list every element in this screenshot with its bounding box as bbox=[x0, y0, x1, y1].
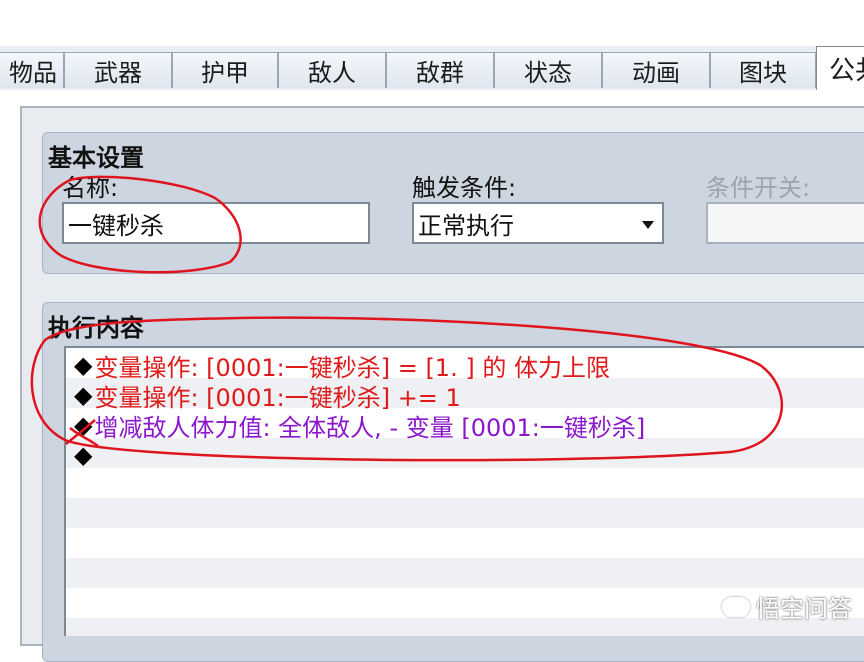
diamond-icon: ◆ bbox=[74, 381, 93, 409]
watermark-text: 悟空问答 bbox=[756, 595, 852, 623]
tab-label: 敌群 bbox=[416, 59, 464, 87]
trigger-select[interactable]: 正常执行 bbox=[412, 202, 664, 244]
tab-label: 动画 bbox=[632, 59, 680, 87]
top-margin bbox=[0, 0, 864, 46]
tab-label: 护甲 bbox=[201, 59, 249, 87]
tab-tilesets[interactable]: 图块 bbox=[710, 52, 816, 88]
name-value: 一键秒杀 bbox=[68, 211, 164, 240]
tab-common-events[interactable]: 公共 bbox=[816, 46, 864, 90]
trigger-value: 正常执行 bbox=[418, 211, 514, 240]
chevron-down-icon bbox=[642, 221, 654, 229]
tab-enemies[interactable]: 敌人 bbox=[278, 52, 386, 88]
list-item[interactable]: ◆ 变量操作: [0001:一键秒杀] += 1 bbox=[74, 380, 461, 412]
list-item[interactable]: ◆ 变量操作: [0001:一键秒杀] = [1. ] 的 体力上限 bbox=[74, 350, 610, 382]
name-label: 名称: bbox=[62, 174, 119, 202]
tab-troops[interactable]: 敌群 bbox=[386, 52, 494, 88]
name-input[interactable]: 一键秒杀 bbox=[62, 202, 370, 244]
tab-label: 公共 bbox=[829, 56, 864, 86]
tab-armors[interactable]: 护甲 bbox=[172, 52, 278, 88]
tab-animations[interactable]: 动画 bbox=[602, 52, 710, 88]
database-tab-bar: 物品 武器 护甲 敌人 敌群 状态 动画 图块 公共 bbox=[0, 46, 864, 90]
trigger-label: 触发条件: bbox=[412, 174, 517, 202]
diamond-icon: ◆ bbox=[74, 441, 93, 469]
tab-states[interactable]: 状态 bbox=[494, 52, 602, 88]
switch-input[interactable] bbox=[706, 202, 864, 244]
tab-weapons[interactable]: 武器 bbox=[64, 52, 172, 88]
diamond-icon: ◆ bbox=[74, 411, 93, 439]
tab-items[interactable]: 物品 bbox=[0, 52, 64, 88]
tab-label: 状态 bbox=[524, 59, 572, 87]
command-text: 增减敌人体力值: 全体敌人, - 变量 [0001:一键秒杀] bbox=[94, 413, 646, 442]
chat-bubble-icon bbox=[722, 596, 750, 617]
execution-content-title: 执行内容 bbox=[48, 314, 144, 342]
switch-label: 条件开关: bbox=[706, 174, 811, 202]
tab-label: 武器 bbox=[94, 59, 142, 87]
list-item[interactable]: ◆ bbox=[74, 440, 94, 470]
diamond-icon: ◆ bbox=[74, 351, 93, 379]
list-item[interactable]: ◆ 增减敌人体力值: 全体敌人, - 变量 [0001:一键秒杀] bbox=[74, 410, 646, 442]
tab-label: 图块 bbox=[739, 59, 787, 87]
tab-label: 敌人 bbox=[308, 59, 356, 87]
tab-label: 物品 bbox=[9, 59, 57, 87]
watermark: 悟空问答 bbox=[722, 589, 852, 624]
